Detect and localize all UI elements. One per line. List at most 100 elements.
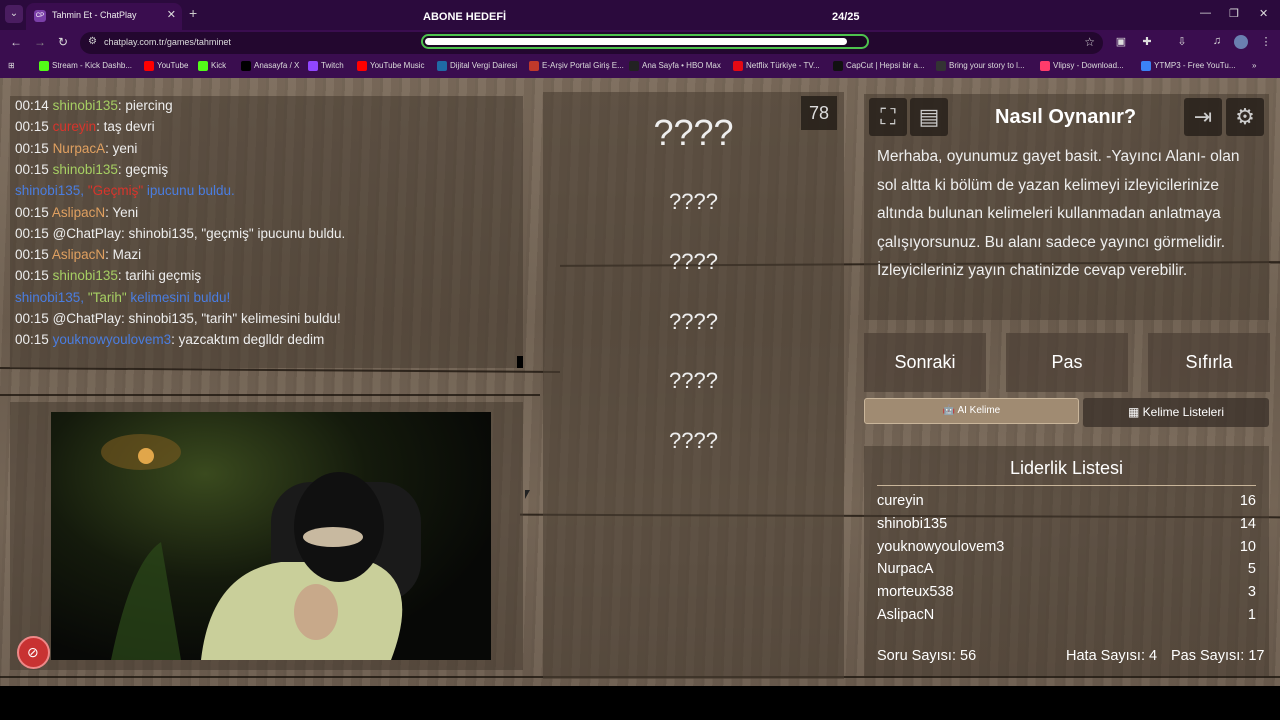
word-lists-button[interactable]: ▦ Kelime Listeleri bbox=[1083, 398, 1269, 427]
ai-word-label: AI Kelime bbox=[957, 405, 1001, 416]
bookmark-item[interactable]: Kick bbox=[198, 61, 226, 71]
ytmp3-icon bbox=[1141, 61, 1151, 71]
gear-icon: ⚙ bbox=[1235, 104, 1255, 129]
bookmark-item[interactable]: Anasayfa / X bbox=[241, 61, 299, 71]
profile-avatar[interactable] bbox=[1234, 35, 1248, 49]
back-icon[interactable]: ← bbox=[10, 35, 22, 49]
bookmark-item[interactable]: Bring your story to l... bbox=[936, 61, 1025, 71]
player-name: morteux538 bbox=[877, 584, 954, 601]
bookmark-star-icon[interactable]: ☆ bbox=[1084, 35, 1095, 49]
chat-message: 00:15 AslipacN: Yeni bbox=[15, 205, 138, 220]
leaderboard-row: youknowyoulovem3 10 bbox=[877, 539, 1256, 555]
new-tab-icon[interactable]: + bbox=[189, 5, 197, 21]
chat-suffix: ipucunu buldu. bbox=[143, 183, 235, 199]
media-icon[interactable]: ♫ bbox=[1210, 35, 1224, 49]
chat-text: : tarihi geçmiş bbox=[117, 268, 202, 284]
chat-username: shinobi135 bbox=[52, 161, 118, 177]
player-score: 14 bbox=[1239, 515, 1256, 532]
bookmark-item[interactable]: Vlipsy - Download... bbox=[1040, 61, 1124, 71]
reload-icon[interactable]: ↻ bbox=[58, 35, 68, 49]
error-count: Hata Sayısı: 4 bbox=[1066, 648, 1158, 664]
bookmark-label: YouTube bbox=[157, 61, 189, 71]
bookmark-item[interactable]: CapCut | Hepsi bir a... bbox=[833, 61, 925, 71]
player-name: cureyin bbox=[877, 493, 924, 509]
fullscreen-button[interactable]: ⛶ bbox=[869, 98, 907, 136]
bookmark-item[interactable]: Twitch bbox=[308, 61, 344, 71]
hidden-word: ???? bbox=[669, 428, 718, 453]
bookmark-item[interactable]: Netflix Türkiye - TV... bbox=[733, 61, 820, 71]
chat-time: 00:15 bbox=[15, 119, 49, 135]
chat-username: NurpacA bbox=[52, 140, 106, 156]
bookmark-label: E-Arşiv Portal Giriş E... bbox=[542, 61, 624, 71]
chat-username: shinobi135 bbox=[52, 268, 118, 284]
chat-text: : geçmiş bbox=[117, 161, 169, 177]
tab-search-icon[interactable]: ⌄ bbox=[5, 5, 23, 23]
leaderboard-row: shinobi135 14 bbox=[877, 516, 1256, 532]
pass-button[interactable]: Pas bbox=[1006, 333, 1128, 392]
bookmark-label: Vlipsy - Download... bbox=[1053, 61, 1124, 71]
mute-button[interactable]: ⊘ bbox=[17, 636, 50, 669]
main-hidden-word: ???? bbox=[653, 112, 734, 153]
chat-message: shinobi135, "Geçmiş" ipucunu buldu. bbox=[15, 183, 235, 198]
site-info-icon[interactable]: ⚙ bbox=[88, 36, 97, 47]
bookmark-label: Dijital Vergi Dairesi bbox=[450, 61, 518, 71]
puzzle-icon[interactable]: ✚ bbox=[1140, 35, 1154, 49]
bookmark-item[interactable]: Ana Sayfa • HBO Max bbox=[629, 61, 721, 71]
chat-username: cureyin bbox=[52, 119, 97, 135]
chat-username: @ChatPlay bbox=[52, 311, 122, 326]
chat-text: : shinobi135, "geçmiş" ipucunu buldu. bbox=[121, 225, 346, 241]
forward-icon[interactable]: → bbox=[34, 35, 46, 49]
bookmarks-bar: ⊞ Stream - Kick Dashb... YouTube Kick Anasa… bbox=[0, 56, 1280, 78]
exit-button[interactable]: ⇥ bbox=[1184, 98, 1222, 136]
extension-icon[interactable]: ▣ bbox=[1114, 35, 1128, 49]
player-name: AslipacN bbox=[877, 607, 935, 623]
apps-icon[interactable]: ⊞ bbox=[8, 61, 15, 70]
list-icon: ▦ bbox=[1127, 405, 1143, 419]
tab-active[interactable]: CP Tahmin Et - ChatPlay ✕ bbox=[26, 3, 182, 30]
document-icon: ▤ bbox=[918, 104, 940, 129]
wood-crack bbox=[0, 394, 540, 396]
exit-icon: ⇥ bbox=[1193, 104, 1213, 129]
reset-button[interactable]: Sıfırla bbox=[1148, 333, 1270, 392]
gov-icon bbox=[437, 61, 447, 71]
rules-title: Nasıl Oynanır? bbox=[995, 106, 1137, 128]
tab-title: Tahmin Et - ChatPlay bbox=[52, 10, 137, 20]
next-button[interactable]: Sonraki bbox=[864, 333, 986, 392]
more-bookmarks-icon[interactable]: » bbox=[1252, 61, 1256, 70]
chatplay-favicon-icon: CP bbox=[34, 9, 46, 22]
notes-button[interactable]: ▤ bbox=[910, 98, 948, 136]
downloads-icon[interactable]: ⇩ bbox=[1175, 35, 1189, 49]
menu-icon[interactable]: ⋮ bbox=[1259, 35, 1273, 49]
subscriber-goal-progress bbox=[421, 34, 869, 49]
chat-username: AslipacN bbox=[51, 204, 106, 220]
x-icon bbox=[241, 61, 251, 71]
settings-button[interactable]: ⚙ bbox=[1226, 98, 1264, 136]
close-tab-icon[interactable]: ✕ bbox=[167, 3, 176, 28]
player-score: 1 bbox=[1247, 607, 1256, 623]
chat-message: shinobi135, "Tarih" kelimesini buldu! bbox=[15, 290, 230, 305]
chat-text: : taş devri bbox=[96, 119, 155, 135]
chat-username: youknowyoulovem3 bbox=[52, 332, 172, 348]
ai-word-button[interactable]: 🤖 AI Kelime bbox=[864, 398, 1079, 424]
bookmark-item[interactable]: YouTube bbox=[144, 61, 188, 71]
chat-time: 00:15 bbox=[15, 247, 49, 263]
hidden-word: ???? bbox=[669, 309, 718, 334]
chat-time: 00:15 bbox=[15, 161, 49, 177]
bookmark-item[interactable]: YTMP3 - Free YouTu... bbox=[1141, 61, 1236, 71]
chat-text: : piercing bbox=[117, 98, 173, 113]
minimize-icon[interactable]: — bbox=[1200, 7, 1211, 19]
bookmark-item[interactable]: Stream - Kick Dashb... bbox=[39, 61, 132, 71]
bookmark-item[interactable]: Dijital Vergi Dairesi bbox=[437, 61, 517, 71]
chat-suffix: kelimesini buldu! bbox=[126, 289, 231, 305]
maximize-icon[interactable]: ❐ bbox=[1229, 7, 1239, 20]
bookmark-item[interactable]: YouTube Music bbox=[357, 61, 425, 71]
leaderboard-row: cureyin 16 bbox=[877, 493, 1256, 509]
hidden-word: ???? bbox=[669, 368, 718, 393]
bookmark-label: CapCut | Hepsi bir a... bbox=[846, 61, 925, 71]
capcut-icon bbox=[833, 61, 843, 71]
player-name: youknowyoulovem3 bbox=[877, 538, 1005, 555]
bookmark-item[interactable]: E-Arşiv Portal Giriş E... bbox=[529, 61, 624, 71]
chat-message: 00:15 cureyin: taş devri bbox=[15, 119, 155, 134]
chat-text: : Mazi bbox=[105, 247, 142, 263]
close-window-icon[interactable]: ✕ bbox=[1259, 7, 1268, 20]
